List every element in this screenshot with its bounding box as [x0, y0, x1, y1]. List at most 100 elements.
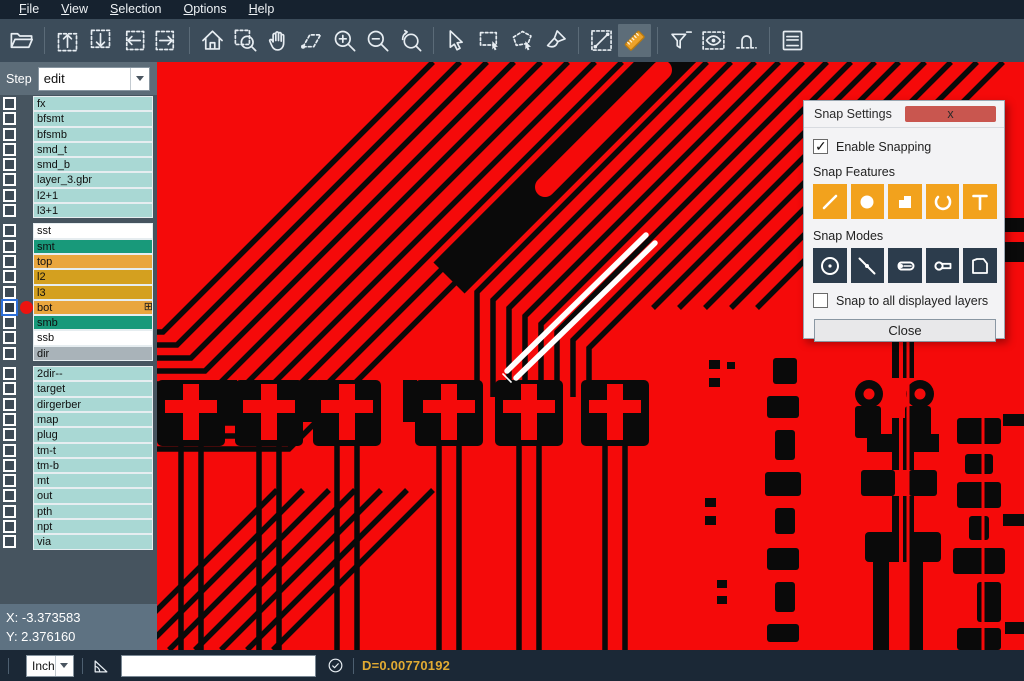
- layer-visibility-checkbox[interactable]: [3, 535, 16, 548]
- layer-visibility-checkbox[interactable]: [3, 143, 16, 156]
- layer-label[interactable]: smd_b: [33, 157, 153, 172]
- layer-visibility-checkbox[interactable]: [3, 428, 16, 441]
- layer-visibility-checkbox[interactable]: [3, 255, 16, 268]
- layer-visibility-checkbox[interactable]: [3, 189, 16, 202]
- layer-row[interactable]: pth: [0, 504, 157, 519]
- layer-row[interactable]: out: [0, 488, 157, 503]
- layer-visibility-checkbox[interactable]: [3, 367, 16, 380]
- zoom-in-button[interactable]: [328, 24, 361, 57]
- layer-visibility-checkbox[interactable]: [3, 286, 16, 299]
- layer-visibility-checkbox[interactable]: [3, 520, 16, 533]
- layer-label[interactable]: fx: [33, 96, 153, 111]
- layer-visibility-checkbox[interactable]: [3, 173, 16, 186]
- layer-label[interactable]: npt: [33, 519, 153, 534]
- layer-visibility-checkbox[interactable]: [3, 204, 16, 217]
- shift-up-button[interactable]: [51, 24, 84, 57]
- layer-row-selected[interactable]: bot ⊞: [0, 300, 157, 315]
- layer-visibility-checkbox[interactable]: [3, 331, 16, 344]
- select-pointer-button[interactable]: [440, 24, 473, 57]
- layer-row[interactable]: smd_t: [0, 142, 157, 157]
- pan-hand-button[interactable]: [262, 24, 295, 57]
- layer-row[interactable]: via: [0, 534, 157, 549]
- layer-label[interactable]: dir: [33, 346, 153, 361]
- zoom-previous-button[interactable]: [394, 24, 427, 57]
- layer-visibility-checkbox[interactable]: [3, 112, 16, 125]
- menu-help[interactable]: Help: [238, 1, 286, 18]
- layer-label[interactable]: mt: [33, 473, 153, 488]
- layer-label[interactable]: 2dir--: [33, 366, 153, 381]
- layer-label[interactable]: out: [33, 488, 153, 503]
- zoom-object-button[interactable]: [295, 24, 328, 57]
- layer-visibility-checkbox[interactable]: [3, 444, 16, 457]
- layer-row[interactable]: top: [0, 254, 157, 269]
- layer-label[interactable]: bfsmb: [33, 127, 153, 142]
- layer-label[interactable]: layer_3.gbr: [33, 172, 153, 187]
- layer-visibility-checkbox[interactable]: [3, 413, 16, 426]
- measure-line-button[interactable]: [585, 24, 618, 57]
- layer-row[interactable]: fx: [0, 96, 157, 111]
- snap-mode-slot-contour-button[interactable]: [926, 248, 960, 283]
- layer-visibility-checkbox[interactable]: [3, 240, 16, 253]
- layer-label[interactable]: l2: [33, 269, 153, 284]
- snap-all-layers-row[interactable]: Snap to all displayed layers: [813, 293, 997, 308]
- pcb-canvas[interactable]: Snap Settings x Enable Snapping Snap Fea…: [157, 62, 1024, 650]
- measure-ruler-button[interactable]: [618, 24, 651, 57]
- layer-visibility-checkbox[interactable]: [3, 97, 16, 110]
- layer-row[interactable]: mt: [0, 473, 157, 488]
- menu-selection[interactable]: Selection: [99, 1, 172, 18]
- angle-measure-icon[interactable]: [91, 656, 111, 676]
- layer-row[interactable]: smb: [0, 315, 157, 330]
- layer-visibility-checkbox[interactable]: [3, 316, 16, 329]
- enable-snapping-row[interactable]: Enable Snapping: [813, 139, 997, 154]
- layer-row[interactable]: dirgerber: [0, 397, 157, 412]
- layer-row[interactable]: l2: [0, 269, 157, 284]
- layer-row[interactable]: ssb: [0, 330, 157, 345]
- layer-label[interactable]: dirgerber: [33, 397, 153, 412]
- layer-row[interactable]: bfsmt: [0, 111, 157, 126]
- layer-label[interactable]: l3+1: [33, 203, 153, 218]
- snap-feature-pad-button[interactable]: [851, 184, 885, 219]
- layer-row[interactable]: dir: [0, 346, 157, 361]
- layer-row[interactable]: target: [0, 381, 157, 396]
- select-rectangle-button[interactable]: [473, 24, 506, 57]
- layer-label[interactable]: tm-t: [33, 443, 153, 458]
- layer-visibility-checkbox[interactable]: [3, 489, 16, 502]
- snap-mode-slot-center-button[interactable]: [888, 248, 922, 283]
- snap-feature-text-button[interactable]: [963, 184, 997, 219]
- select-polygon-button[interactable]: [506, 24, 539, 57]
- apply-circle-icon[interactable]: [326, 656, 345, 675]
- layer-row[interactable]: sst: [0, 223, 157, 238]
- layer-row[interactable]: layer_3.gbr: [0, 172, 157, 187]
- layer-visibility-checkbox[interactable]: [3, 224, 16, 237]
- layer-visibility-checkbox[interactable]: [3, 398, 16, 411]
- layer-row[interactable]: l3: [0, 285, 157, 300]
- layer-row[interactable]: 2dir--: [0, 366, 157, 381]
- snap-feature-line-button[interactable]: [813, 184, 847, 219]
- layer-label[interactable]: ssb: [33, 330, 153, 345]
- layer-label[interactable]: tm-b: [33, 458, 153, 473]
- layer-label[interactable]: plug: [33, 427, 153, 442]
- step-select[interactable]: edit: [38, 67, 150, 91]
- layer-label[interactable]: sst: [33, 223, 153, 238]
- snap-feature-surface-button[interactable]: [888, 184, 922, 219]
- menu-file[interactable]: File: [8, 1, 50, 18]
- snap-all-layers-checkbox[interactable]: [813, 293, 828, 308]
- measure-input[interactable]: [121, 655, 316, 677]
- unit-select[interactable]: Inch: [26, 655, 74, 677]
- zoom-window-button[interactable]: [229, 24, 262, 57]
- layer-row[interactable]: smd_b: [0, 157, 157, 172]
- close-button[interactable]: Close: [814, 319, 996, 342]
- layer-row[interactable]: npt: [0, 519, 157, 534]
- zoom-out-button[interactable]: [361, 24, 394, 57]
- layer-label[interactable]: bfsmt: [33, 111, 153, 126]
- layer-label[interactable]: smt: [33, 239, 153, 254]
- unit-select-button[interactable]: [55, 656, 73, 676]
- layer-row[interactable]: l3+1: [0, 203, 157, 218]
- layer-label[interactable]: smd_t: [33, 142, 153, 157]
- layer-label[interactable]: map: [33, 412, 153, 427]
- layer-label[interactable]: bot: [33, 300, 153, 315]
- layer-row[interactable]: map: [0, 412, 157, 427]
- clean-brush-button[interactable]: [539, 24, 572, 57]
- shift-right-button[interactable]: [150, 24, 183, 57]
- layer-label[interactable]: via: [33, 534, 153, 549]
